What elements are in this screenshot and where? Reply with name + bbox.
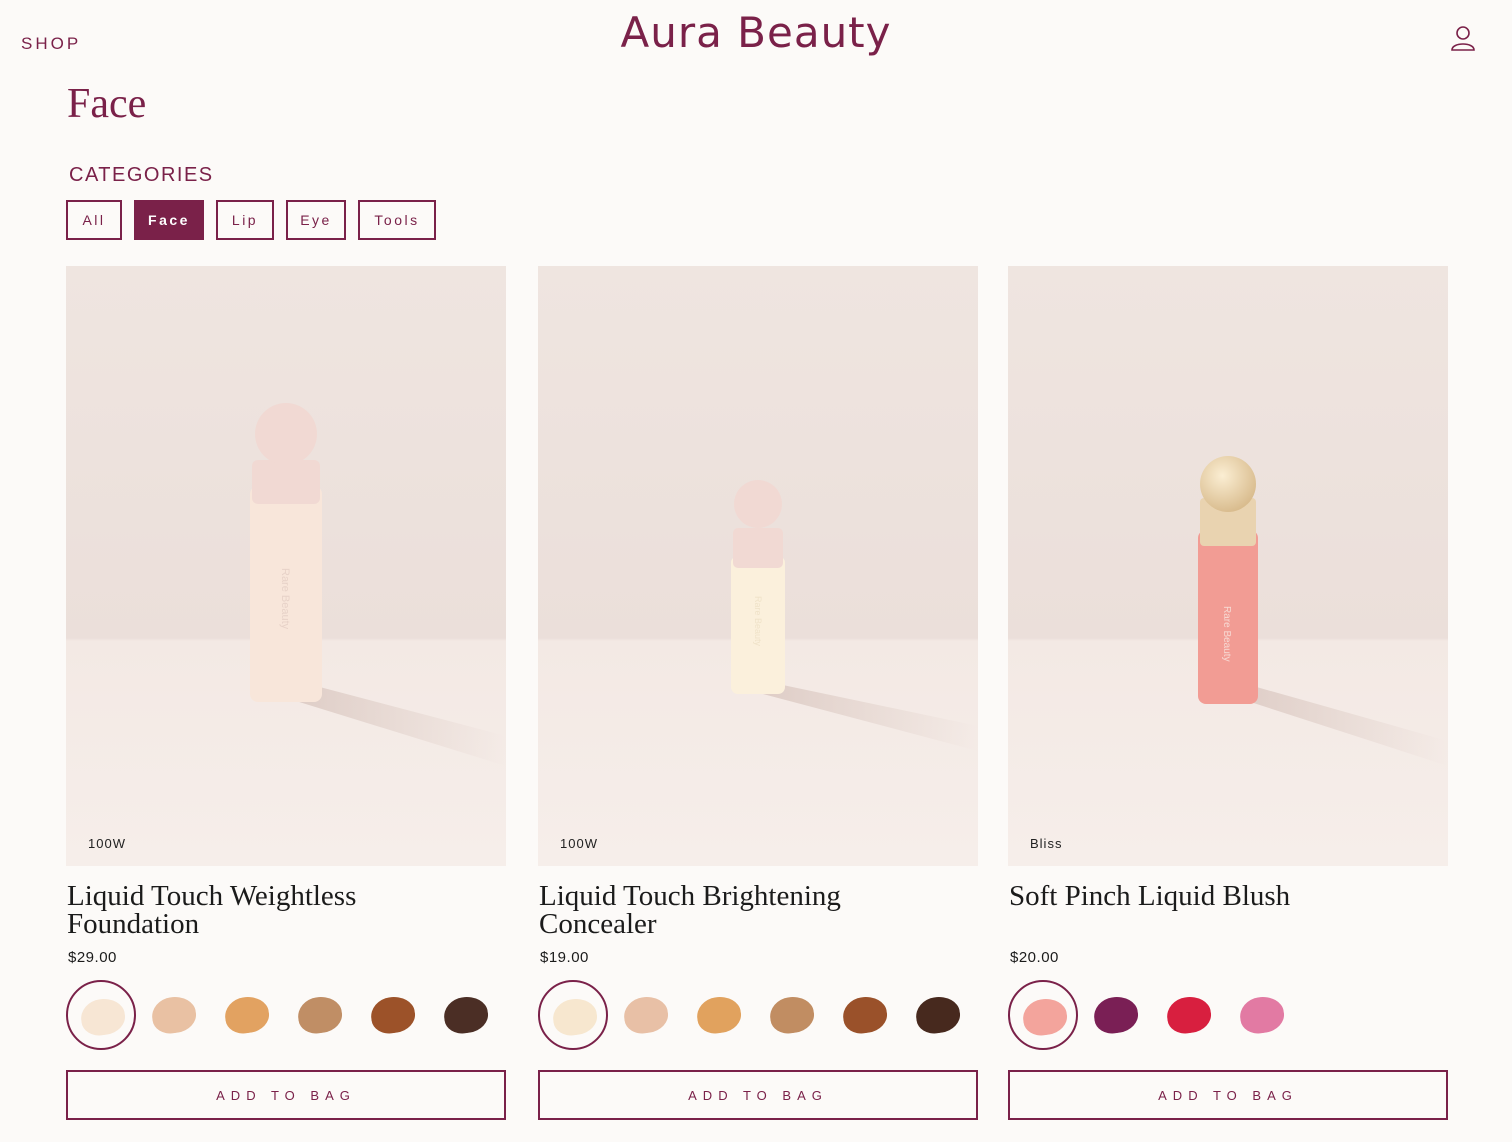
product-name[interactable]: Soft Pinch Liquid Blush (1009, 882, 1429, 911)
swatch[interactable] (431, 980, 501, 1050)
top-navigation: SHOP Aura Beauty (0, 0, 1512, 80)
product-name[interactable]: Liquid Touch Weightless Foundation (67, 882, 487, 939)
product-image[interactable]: Rare Beauty Bliss (1008, 266, 1448, 866)
bottle-label: Rare Beauty (279, 568, 291, 630)
swatch[interactable] (830, 980, 900, 1050)
category-chip-face[interactable]: Face (134, 200, 204, 240)
category-chip-eye[interactable]: Eye (286, 200, 346, 240)
product-price: $19.00 (540, 949, 589, 966)
product-card: Rare Beauty 100W Liquid Touch Weightless… (66, 266, 506, 1120)
product-card: Rare Beauty Bliss Soft Pinch Liquid Blus… (1008, 266, 1448, 1120)
swatch[interactable] (66, 980, 136, 1050)
shade-swatches (1008, 980, 1448, 1050)
swatch[interactable] (212, 980, 282, 1050)
categories-heading: CATEGORIES (69, 164, 214, 186)
swatch[interactable] (757, 980, 827, 1050)
add-to-bag-button[interactable]: ADD TO BAG (66, 1070, 506, 1120)
shade-label: 100W (88, 836, 126, 851)
bottle-cap (252, 460, 320, 504)
swatch[interactable] (684, 980, 754, 1050)
add-to-bag-button[interactable]: ADD TO BAG (1008, 1070, 1448, 1120)
category-filter: All Face Lip Eye Tools (66, 200, 436, 240)
product-price: $29.00 (68, 949, 117, 966)
swatch[interactable] (139, 980, 209, 1050)
shade-swatches (538, 980, 978, 1050)
swatch[interactable] (1081, 980, 1151, 1050)
bottle-label: Rare Beauty (1221, 606, 1232, 662)
shade-label: 100W (560, 836, 598, 851)
bottle-applicator (255, 403, 317, 465)
bottle-cap (733, 528, 783, 568)
product-image[interactable]: Rare Beauty 100W (538, 266, 978, 866)
swatch[interactable] (1227, 980, 1297, 1050)
swatch[interactable] (1154, 980, 1224, 1050)
category-chip-tools[interactable]: Tools (358, 200, 436, 240)
swatch[interactable] (1008, 980, 1078, 1050)
category-chip-lip[interactable]: Lip (216, 200, 274, 240)
user-icon[interactable] (1449, 24, 1477, 52)
add-to-bag-button[interactable]: ADD TO BAG (538, 1070, 978, 1120)
swatch[interactable] (538, 980, 608, 1050)
product-image[interactable]: Rare Beauty 100W (66, 266, 506, 866)
swatch[interactable] (358, 980, 428, 1050)
swatch[interactable] (903, 980, 973, 1050)
swatch[interactable] (611, 980, 681, 1050)
shade-swatches (66, 980, 506, 1050)
swatch[interactable] (285, 980, 355, 1050)
bottle-applicator (1200, 456, 1256, 512)
brand-logo[interactable]: Aura Beauty (0, 8, 1512, 57)
shade-label: Bliss (1030, 836, 1063, 851)
bottle-applicator (734, 480, 782, 528)
category-chip-all[interactable]: All (66, 200, 122, 240)
product-price: $20.00 (1010, 949, 1059, 966)
product-name[interactable]: Liquid Touch Brightening Concealer (539, 882, 959, 939)
bottle-label: Rare Beauty (753, 596, 763, 647)
product-card: Rare Beauty 100W Liquid Touch Brightenin… (538, 266, 978, 1120)
page-title: Face (67, 81, 147, 127)
